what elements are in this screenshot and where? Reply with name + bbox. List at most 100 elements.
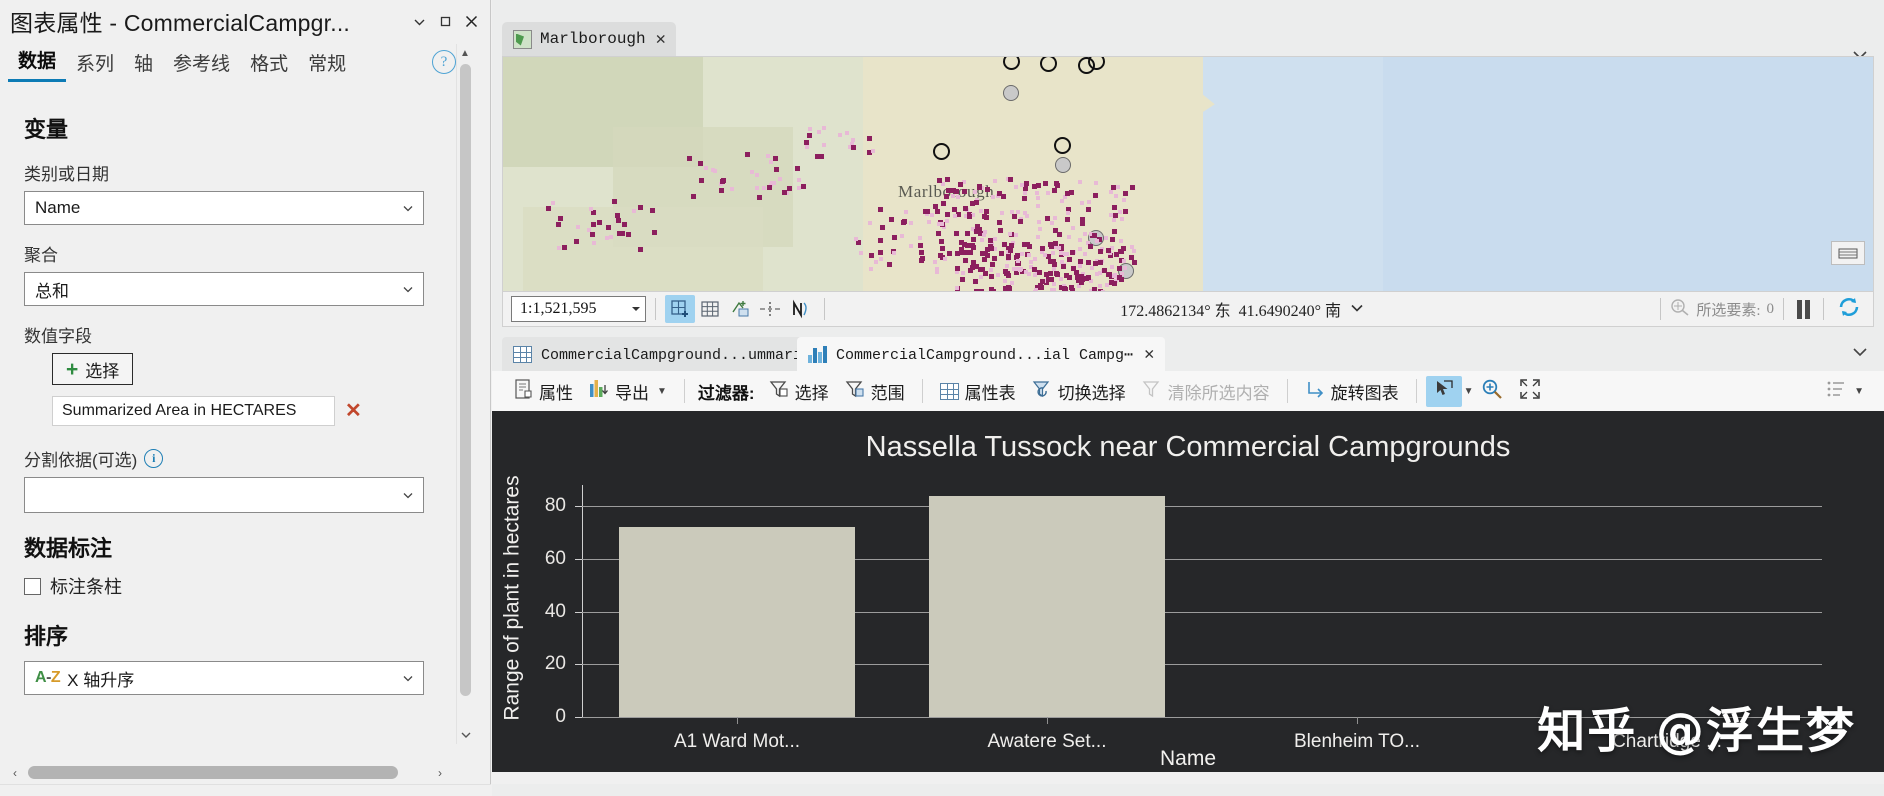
- close-icon[interactable]: [458, 8, 484, 34]
- select-tool-chevron-down-icon[interactable]: ▼: [1464, 386, 1474, 397]
- map-canvas[interactable]: Marlborough: [502, 56, 1874, 291]
- scroll-left-arrow-icon[interactable]: ‹: [6, 766, 24, 780]
- bar[interactable]: [619, 527, 855, 717]
- view-tabs-chevron-down-icon[interactable]: [1850, 345, 1870, 363]
- zoom-in-button[interactable]: [1473, 375, 1511, 408]
- category-field-dropdown[interactable]: Name: [24, 191, 424, 225]
- full-extent-button[interactable]: [1511, 375, 1549, 408]
- map-point[interactable]: [1055, 157, 1071, 173]
- switch-selection-button[interactable]: 切换选择: [1024, 376, 1134, 407]
- map-legend-icon[interactable]: [1831, 241, 1865, 265]
- map-plant-point: [1038, 227, 1042, 232]
- close-icon[interactable]: ✕: [656, 29, 666, 50]
- select-by-area-tool-icon[interactable]: [725, 295, 755, 323]
- map-plant-point: [817, 130, 822, 135]
- map-point[interactable]: [1003, 85, 1019, 101]
- tab-series[interactable]: 系列: [66, 49, 124, 82]
- map-plant-point: [1093, 180, 1098, 185]
- chevron-down-icon[interactable]: ▼: [1854, 386, 1864, 397]
- tab-general[interactable]: 常规: [298, 49, 356, 82]
- view-tab-chart[interactable]: CommercialCampground...ial Campg⋯ ✕: [797, 337, 1166, 371]
- rotate-chart-button[interactable]: 旋转图表: [1297, 376, 1407, 407]
- switch-selection-label: 切换选择: [1057, 383, 1126, 403]
- map-plant-point: [879, 225, 885, 231]
- close-icon[interactable]: ✕: [1144, 344, 1154, 365]
- map-plant-point: [769, 159, 774, 164]
- bar-chart[interactable]: Nassella Tussock near Commercial Campgro…: [492, 411, 1884, 784]
- map-plant-point: [1086, 207, 1092, 213]
- map-plant-point: [989, 262, 995, 268]
- filter-by-extent-button[interactable]: 范围: [837, 376, 913, 407]
- maximize-icon[interactable]: [432, 8, 458, 34]
- remove-field-icon[interactable]: ✕: [345, 401, 362, 421]
- chevron-down-icon: [631, 300, 641, 318]
- select-button-label: 选择: [85, 361, 120, 381]
- grid-tool-icon[interactable]: [695, 295, 725, 323]
- map-plant-point: [1039, 245, 1045, 251]
- map-plant-point: [974, 229, 980, 235]
- info-icon[interactable]: i: [144, 449, 164, 468]
- select-numeric-field-button[interactable]: + 选择: [52, 353, 134, 385]
- map-marker[interactable]: [933, 143, 950, 160]
- map-plant-point: [944, 219, 949, 224]
- scroll-down-arrow-icon[interactable]: [457, 725, 474, 744]
- horizontal-scroll-track[interactable]: [24, 766, 431, 779]
- label-bars-checkbox[interactable]: [24, 577, 41, 595]
- map-plant-point: [807, 132, 813, 138]
- attribute-table-button[interactable]: 属性表: [932, 376, 1024, 407]
- label-bars-row[interactable]: 标注条柱: [24, 573, 433, 599]
- export-button[interactable]: 导出 ▼: [581, 376, 675, 407]
- chevron-down-icon[interactable]: ▼: [657, 386, 667, 397]
- measure-tool-icon[interactable]: [755, 295, 785, 323]
- refresh-icon[interactable]: [1833, 296, 1865, 323]
- aggregation-dropdown[interactable]: 总和: [24, 272, 424, 306]
- map-plant-point: [983, 270, 989, 276]
- help-icon[interactable]: ?: [432, 50, 456, 74]
- map-plant-point: [1092, 260, 1098, 266]
- map-marker[interactable]: [1054, 137, 1071, 154]
- north-arrow-tool-icon[interactable]: [785, 295, 815, 323]
- minimize-chevron-down-icon[interactable]: [406, 8, 432, 34]
- map-tab-marlborough[interactable]: Marlborough ✕: [502, 22, 676, 56]
- map-plant-point: [1019, 183, 1024, 188]
- map-plant-point: [1082, 252, 1087, 257]
- sort-heading: 排序: [24, 624, 69, 649]
- map-plant-point: [555, 221, 561, 227]
- properties-button[interactable]: 属性: [506, 376, 581, 407]
- map-plant-point: [609, 235, 614, 240]
- map-plant-point: [888, 217, 894, 223]
- map-plant-point: [997, 228, 1003, 234]
- sort-dropdown[interactable]: A-Z X 轴升序: [24, 661, 424, 695]
- coordinate-format-chevron-down-icon[interactable]: [1349, 300, 1365, 318]
- map-plant-point: [942, 256, 947, 261]
- split-by-dropdown[interactable]: [24, 477, 424, 513]
- aggregation-value: 总和: [35, 281, 69, 301]
- scroll-right-arrow-icon[interactable]: ›: [431, 766, 449, 780]
- chart-options-button[interactable]: ▼: [1818, 376, 1872, 407]
- tab-format[interactable]: 格式: [240, 49, 298, 82]
- vertical-scroll-thumb[interactable]: [460, 64, 471, 696]
- map-plant-point: [996, 191, 1002, 197]
- tab-data[interactable]: 数据: [8, 46, 67, 82]
- map-plant-point: [973, 190, 978, 195]
- numeric-field-chip[interactable]: Summarized Area in HECTARES: [52, 396, 335, 426]
- pause-drawing-icon[interactable]: [1793, 299, 1814, 319]
- filter-by-selection-button[interactable]: 选择: [761, 376, 837, 407]
- panel-vertical-scrollbar[interactable]: ▲: [456, 44, 473, 744]
- panel-horizontal-scrollbar[interactable]: ‹ ›: [0, 761, 455, 784]
- map-plant-point: [1059, 277, 1064, 282]
- y-tick-label: 0: [555, 706, 566, 727]
- add-data-tool-icon[interactable]: [665, 295, 695, 323]
- select-tool-button[interactable]: [1425, 375, 1462, 407]
- scroll-up-arrow-icon[interactable]: ▲: [457, 44, 473, 63]
- map-plant-point: [930, 212, 935, 217]
- map-plant-point: [1046, 277, 1052, 283]
- bar[interactable]: [929, 495, 1165, 717]
- tab-axis[interactable]: 轴: [124, 49, 163, 82]
- tab-guides[interactable]: 参考线: [163, 49, 240, 82]
- map-plant-point: [1029, 260, 1034, 265]
- map-scale-dropdown[interactable]: 1:1,521,595: [511, 296, 646, 322]
- map-plant-point: [1106, 248, 1112, 254]
- map-plant-point: [1112, 229, 1118, 235]
- horizontal-scroll-thumb[interactable]: [28, 766, 398, 779]
